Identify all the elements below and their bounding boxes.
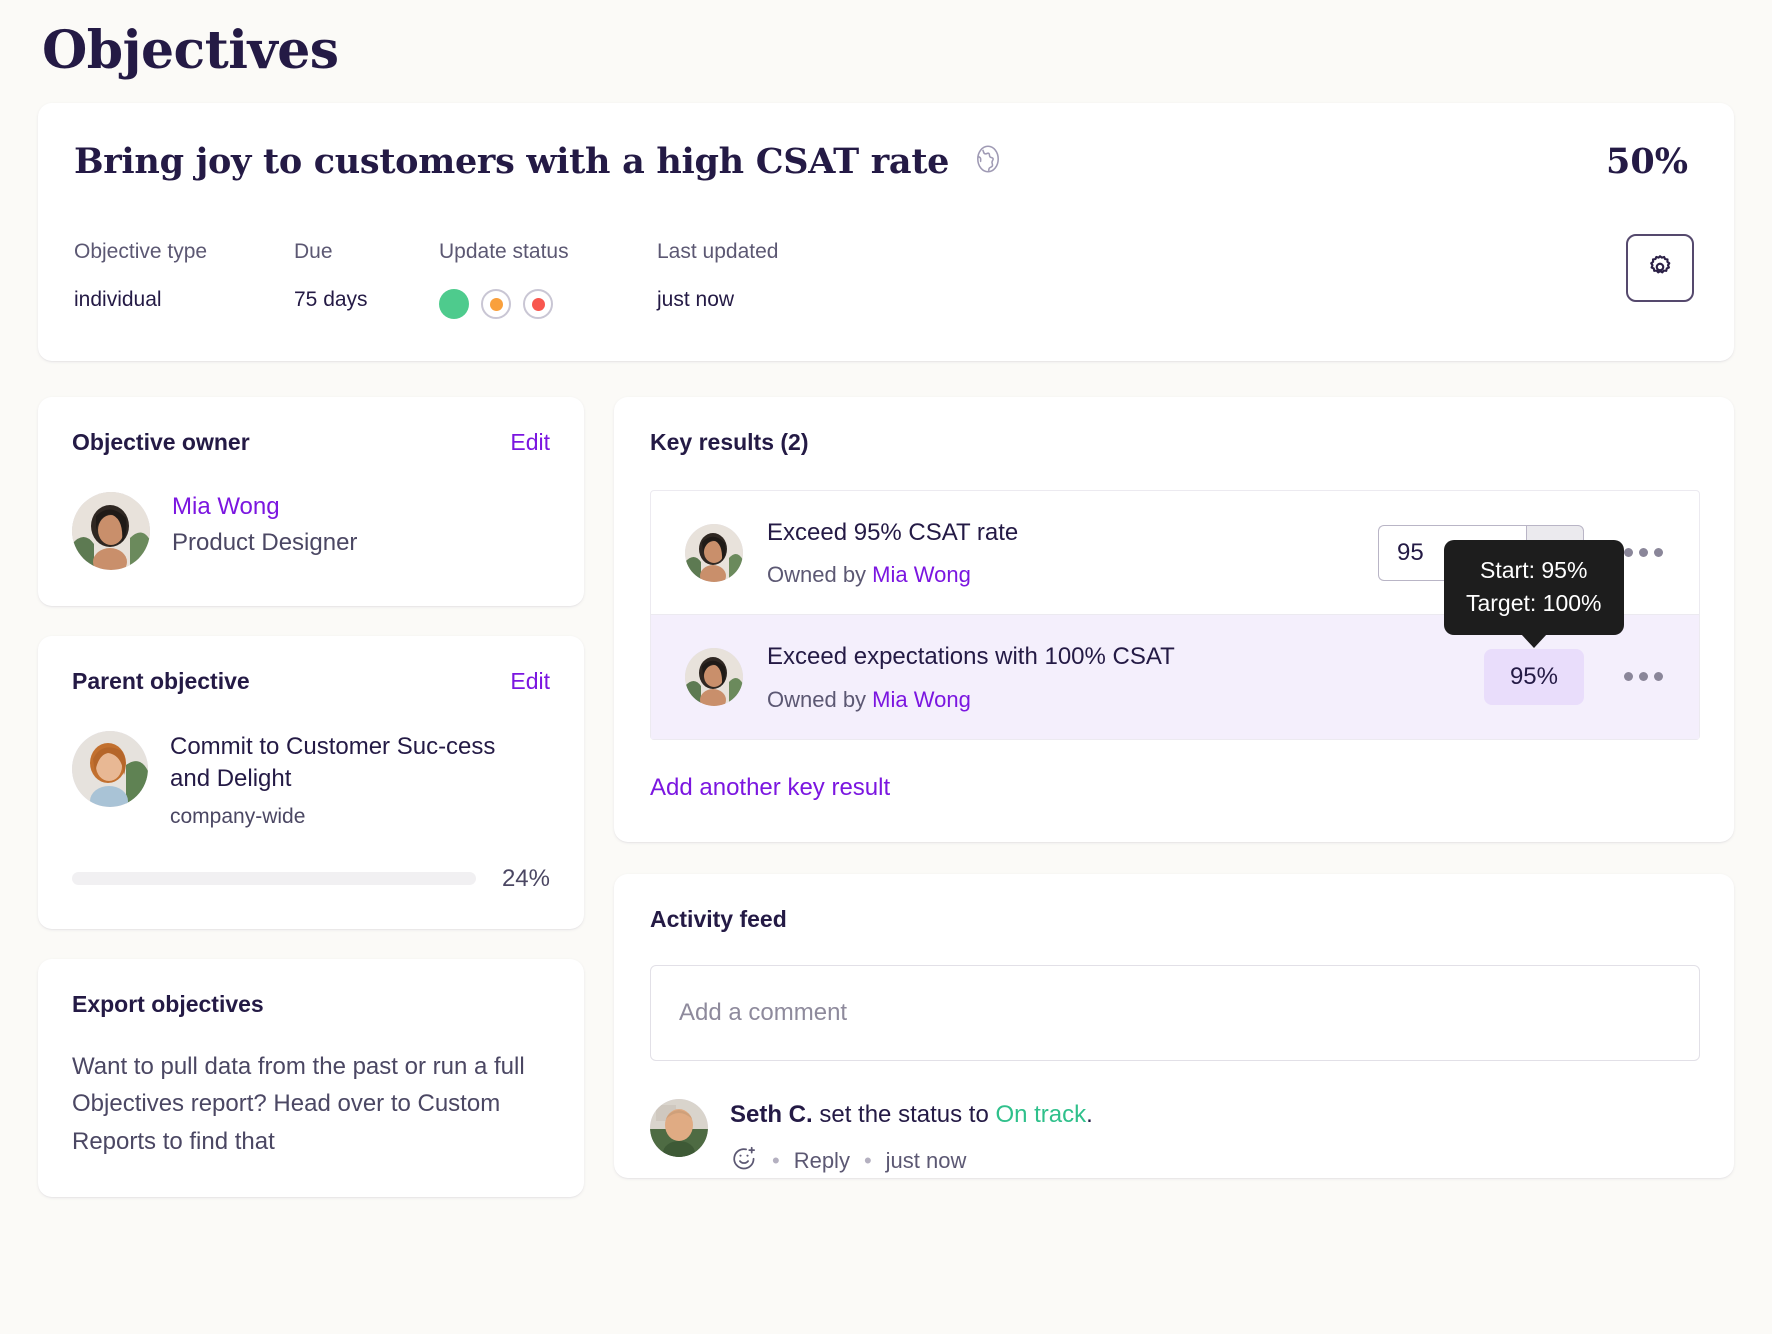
tooltip-start-line: Start: 95% bbox=[1480, 556, 1588, 583]
due-label: Due bbox=[294, 240, 333, 264]
update-status-options bbox=[439, 289, 657, 320]
key-result-info: Exceed expectations with 100% CSAT Owned… bbox=[767, 641, 1460, 712]
add-comment-input[interactable]: Add a comment bbox=[650, 964, 1700, 1061]
parent-objective-row: Commit to Customer Suc-cess and Delight … bbox=[72, 731, 550, 828]
objective-owner-role: Product Designer bbox=[172, 529, 358, 557]
activity-status-value: On track bbox=[995, 1100, 1087, 1128]
reply-link[interactable]: Reply bbox=[794, 1148, 850, 1174]
objective-owner-name[interactable]: Mia Wong bbox=[172, 493, 280, 520]
export-objectives-title: Export objectives bbox=[72, 990, 264, 1017]
progress-bar-track bbox=[72, 872, 476, 886]
content-columns: Objective owner Edit Mia Wong Product De… bbox=[38, 397, 1734, 1227]
activity-feed-item: Seth C. set the status to On track. • Re… bbox=[650, 1098, 1700, 1178]
edit-parent-objective-link[interactable]: Edit bbox=[510, 668, 550, 695]
objective-owner-details: Mia Wong Product Designer bbox=[172, 492, 357, 561]
ellipsis-icon bbox=[1654, 548, 1663, 558]
avatar bbox=[72, 731, 148, 808]
last-updated-label: Last updated bbox=[657, 240, 779, 264]
objectives-page: Objectives Bring joy to customers with a… bbox=[0, 0, 1772, 1334]
ellipsis-icon bbox=[1654, 672, 1663, 682]
tooltip-target-line: Target: 100% bbox=[1465, 589, 1602, 616]
objective-owner-person: Mia Wong Product Designer bbox=[72, 492, 550, 571]
activity-feed-item-actions: • Reply • just now bbox=[730, 1144, 1700, 1178]
key-result-options-menu[interactable] bbox=[1618, 538, 1669, 567]
avatar bbox=[650, 1098, 708, 1157]
status-dot-on-track[interactable] bbox=[439, 289, 469, 320]
parent-objective-header: Parent objective Edit bbox=[72, 668, 550, 695]
parent-objective-card: Parent objective Edit Commit to Customer… bbox=[38, 636, 584, 929]
key-result-options-menu[interactable] bbox=[1618, 662, 1669, 691]
key-result-owner-link[interactable]: Mia Wong bbox=[872, 687, 971, 712]
objective-header-row: Bring joy to customers with a high CSAT … bbox=[74, 141, 1694, 182]
avatar bbox=[685, 647, 743, 706]
key-result-owner-prefix: Owned by bbox=[767, 686, 873, 712]
parent-objective-name: Commit to Customer Suc-cess and Delight bbox=[170, 733, 496, 792]
objective-owner-header: Objective owner Edit bbox=[72, 429, 550, 456]
key-result-name: Exceed 95% CSAT rate bbox=[767, 519, 1019, 547]
parent-objective-details: Commit to Customer Suc-cess and Delight … bbox=[170, 731, 500, 828]
key-results-title: Key results (2) bbox=[650, 429, 809, 456]
objective-title: Bring joy to customers with a high CSAT … bbox=[74, 141, 950, 183]
parent-objective-type: company-wide bbox=[170, 804, 306, 828]
parent-progress-label: 24% bbox=[501, 864, 550, 892]
ellipsis-icon bbox=[1639, 548, 1648, 558]
key-result-owner: Owned by Mia Wong bbox=[767, 687, 1460, 713]
key-result-name: Exceed expectations with 100% CSAT bbox=[767, 643, 1175, 671]
key-result-info: Exceed 95% CSAT rate Owned by Mia Wong bbox=[767, 517, 1354, 588]
avatar bbox=[685, 523, 743, 582]
objective-type-value: individual bbox=[74, 288, 162, 312]
right-column: Key results (2) Exceed 95% CSAT rate Own… bbox=[614, 397, 1734, 1178]
page-title: Objectives bbox=[42, 20, 339, 81]
action-separator: • bbox=[772, 1147, 780, 1173]
meta-last-updated: Last updated just now bbox=[657, 240, 778, 310]
key-result-owner: Owned by Mia Wong bbox=[767, 562, 1354, 588]
activity-text-end: . bbox=[1086, 1100, 1093, 1128]
objective-owner-title: Objective owner bbox=[72, 429, 250, 456]
last-updated-value: just now bbox=[657, 288, 735, 312]
avatar bbox=[72, 492, 150, 571]
objective-meta-row: Objective type individual Due 75 days Up… bbox=[74, 234, 1694, 320]
action-separator: • bbox=[863, 1147, 872, 1173]
add-key-result-link[interactable]: Add another key result bbox=[650, 774, 890, 802]
add-reaction-icon[interactable] bbox=[730, 1144, 758, 1178]
edit-objective-owner-link[interactable]: Edit bbox=[510, 429, 550, 456]
objective-title-group: Bring joy to customers with a high CSAT … bbox=[74, 141, 1005, 182]
activity-feed-card: Activity feed Add a comment Seth C. set … bbox=[614, 873, 1734, 1178]
objective-progress-percent: 50% bbox=[1606, 141, 1688, 183]
parent-objective-title: Parent objective bbox=[72, 668, 250, 695]
activity-feed-item-body: Seth C. set the status to On track. • Re… bbox=[730, 1099, 1700, 1178]
key-result-owner-link[interactable]: Mia Wong bbox=[872, 562, 971, 587]
gear-icon bbox=[1645, 252, 1675, 285]
meta-objective-type: Objective type individual bbox=[74, 240, 294, 310]
objective-owner-card: Objective owner Edit Mia Wong Product De… bbox=[38, 397, 584, 607]
globe-icon bbox=[971, 142, 1005, 181]
activity-author: Seth C. bbox=[730, 1100, 813, 1128]
export-objectives-card: Export objectives Want to pull data from… bbox=[38, 958, 584, 1198]
update-status-label: Update status bbox=[439, 240, 569, 264]
ellipsis-icon bbox=[1624, 672, 1633, 682]
meta-update-status: Update status bbox=[439, 240, 657, 320]
activity-feed-title: Activity feed bbox=[650, 905, 787, 932]
status-dot-off-track[interactable] bbox=[523, 289, 553, 320]
left-column: Objective owner Edit Mia Wong Product De… bbox=[38, 397, 584, 1227]
objective-type-label: Objective type bbox=[74, 240, 208, 264]
activity-text-middle: set the status to bbox=[812, 1100, 996, 1128]
key-result-range-tooltip: Start: 95% Target: 100% bbox=[1443, 539, 1624, 649]
due-value: 75 days bbox=[294, 288, 368, 312]
activity-feed-item-text: Seth C. set the status to On track. bbox=[730, 1099, 1700, 1130]
objective-header-card: Bring joy to customers with a high CSAT … bbox=[38, 103, 1734, 362]
key-result-owner-prefix: Owned by bbox=[767, 562, 873, 588]
meta-due: Due 75 days bbox=[294, 240, 439, 310]
objective-settings-button[interactable] bbox=[1626, 234, 1694, 303]
ellipsis-icon bbox=[1624, 548, 1633, 558]
activity-timestamp: just now bbox=[885, 1147, 967, 1173]
ellipsis-icon bbox=[1639, 672, 1648, 682]
key-result-value-badge[interactable]: 95% bbox=[1483, 648, 1584, 705]
parent-objective-progress: 24% bbox=[72, 865, 550, 893]
export-objectives-body: Want to pull data from the past or run a… bbox=[72, 1052, 525, 1156]
status-dot-at-risk[interactable] bbox=[481, 289, 511, 320]
add-comment-placeholder: Add a comment bbox=[679, 998, 848, 1026]
objective-meta-grid: Objective type individual Due 75 days Up… bbox=[74, 240, 778, 320]
